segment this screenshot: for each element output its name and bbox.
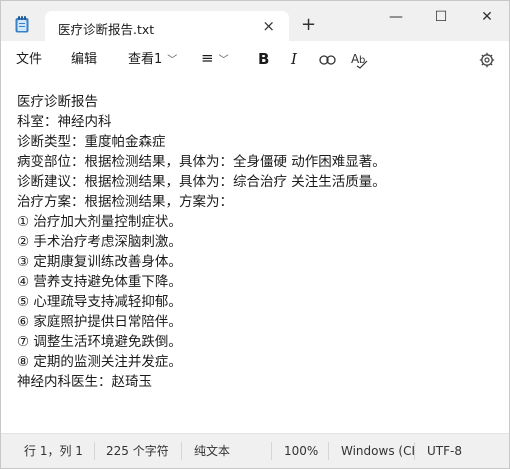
document-line: ③ 定期康复训练改善身体。 — [17, 254, 182, 270]
text-format: 纯文本 — [194, 444, 231, 458]
bold-button[interactable]: B — [258, 51, 269, 67]
status-bar: 行 1，列 1 225 个字符 纯文本 100% Windows (CI UTF… — [1, 433, 509, 468]
tab-title: 医疗诊断报告.txt — [58, 22, 155, 37]
minimize-button[interactable]: — — [381, 7, 411, 27]
notepad-window: 医疗诊断报告.txt × + — ☐ ✕ 文件 编辑 查看1 ﹀ ≡ ﹀ B I A… — [0, 0, 510, 469]
list-icon: ≡ — [201, 49, 214, 67]
document-line: ④ 营养支持避免体重下降。 — [17, 274, 182, 290]
document-line: ⑧ 定期的监测关注并发症。 — [17, 354, 182, 370]
document-line: 诊断建议：根据检测结果，具体为：综合治疗 关注生活质量。 — [17, 174, 386, 190]
menu-view[interactable]: 查看1 ﹀ — [128, 52, 177, 69]
chevron-down-icon: ﹀ — [167, 55, 178, 66]
document-tab[interactable]: 医疗诊断报告.txt × — [45, 11, 289, 42]
maximize-button[interactable]: ☐ — [426, 7, 456, 27]
status-divider — [94, 442, 95, 460]
spellcheck-icon[interactable]: A b — [351, 51, 369, 69]
document-line: ⑤ 心理疏导支持减轻抑郁。 — [17, 294, 182, 310]
document-line: 科室：神经内科 — [17, 114, 112, 130]
tab-close-icon[interactable]: × — [262, 17, 275, 35]
document-line: ② 手术治疗考虑深脑刺激。 — [17, 234, 182, 250]
new-tab-button[interactable]: + — [301, 15, 316, 35]
status-divider — [414, 442, 415, 460]
menu-file[interactable]: 文件 — [16, 52, 42, 68]
list-format-button[interactable]: ≡ ﹀ — [201, 50, 229, 69]
character-count: 225 个字符 — [106, 444, 169, 458]
chevron-down-icon: ﹀ — [218, 55, 229, 66]
italic-button[interactable]: I — [291, 51, 297, 67]
text-editor[interactable]: 医疗诊断报告 科室：神经内科 诊断类型：重度帕金森症 病变部位：根据检测结果，具… — [1, 78, 509, 435]
document-line: 医疗诊断报告 — [17, 94, 98, 110]
menu-bar: 文件 编辑 查看1 ﹀ ≡ ﹀ B I A b — [1, 42, 509, 78]
document-line: ① 治疗加大剂量控制症状。 — [17, 214, 182, 230]
cursor-position: 行 1，列 1 — [24, 444, 83, 458]
status-divider — [271, 442, 272, 460]
notepad-icon — [15, 16, 29, 33]
document-line: ⑦ 调整生活环境避免跌倒。 — [17, 334, 182, 350]
status-divider — [328, 442, 329, 460]
document-line: ⑥ 家庭照护提供日常陪伴。 — [17, 314, 182, 330]
encoding[interactable]: UTF-8 — [427, 444, 462, 458]
gear-icon[interactable] — [479, 52, 495, 68]
menu-view-label: 查看1 — [128, 52, 163, 67]
document-line: 诊断类型：重度帕金森症 — [17, 134, 166, 150]
document-line: 治疗方案：根据检测结果，方案为： — [17, 194, 233, 210]
status-divider — [181, 442, 182, 460]
title-bar: 医疗诊断报告.txt × + — ☐ ✕ — [1, 1, 509, 42]
menu-edit[interactable]: 编辑 — [71, 52, 97, 68]
line-ending[interactable]: Windows (CI — [341, 444, 415, 458]
zoom-level[interactable]: 100% — [284, 444, 318, 458]
document-line: 神经内科医生：赵琦玉 — [17, 374, 152, 390]
close-window-button[interactable]: ✕ — [472, 7, 502, 27]
link-icon[interactable] — [319, 54, 336, 66]
document-line: 病变部位：根据检测结果，具体为：全身僵硬 动作困难显著。 — [17, 154, 386, 170]
